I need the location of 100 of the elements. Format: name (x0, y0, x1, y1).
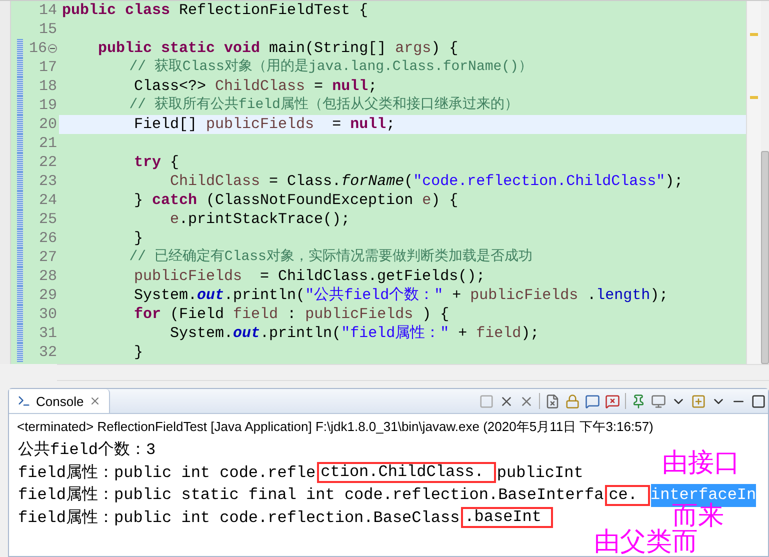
code-token: = (313, 77, 324, 96)
code-token: = Class. (268, 172, 342, 191)
line-number: 18 (38, 77, 58, 96)
console-output-text: field属性：public int code.reflection.BaseClass (18, 508, 460, 528)
code-token: void (223, 39, 260, 58)
code-token: publicFields (470, 286, 578, 305)
fold-toggle-icon[interactable] (48, 44, 57, 53)
file-x-icon[interactable] (545, 394, 560, 408)
line-number: 22 (38, 153, 58, 172)
code-token: .printStackTrace(); (179, 210, 350, 229)
line-number: 25 (38, 210, 58, 229)
console-output-text: 公共field个数：3 (18, 440, 156, 461)
code-comment: // 获取所有公共field属性（包括从父类和接口继承过来的） (128, 96, 518, 115)
code-token: forName (341, 172, 404, 191)
code-token: ) { (431, 191, 458, 210)
line-number: 29 (38, 286, 58, 305)
horizontal-scrollbar[interactable] (57, 364, 769, 381)
code-token: catch (152, 191, 198, 210)
line-number: 21 (38, 134, 58, 153)
code-token: out (197, 286, 224, 305)
console-output-text: field属性：public int code.refle (18, 462, 316, 484)
code-token: ); (521, 324, 540, 343)
speech-bubble-icon[interactable] (585, 394, 600, 408)
code-token: (ClassNotFoundException (205, 191, 414, 210)
console-output-text: publicInt (496, 462, 584, 484)
code-token: class (124, 1, 170, 20)
line-number: 17 (38, 58, 58, 77)
lock-icon[interactable] (565, 394, 580, 408)
code-token: field (233, 305, 278, 324)
code-token: System. (169, 324, 234, 343)
line-number: 14 (38, 1, 58, 20)
line-number: 32 (38, 343, 58, 362)
code-token: field (476, 324, 522, 343)
code-token: = (331, 115, 342, 134)
code-token: ( (404, 172, 414, 191)
vertical-scrollbar[interactable] (761, 1, 769, 364)
boxed-output-text: ce. (604, 484, 650, 506)
line-number: 24 (38, 191, 58, 210)
code-token: } (133, 343, 144, 362)
code-token: ChildClass (215, 77, 306, 96)
code-comment: // 获取Class对象（用的是java.lang.Class.forName()） (128, 58, 532, 77)
code-token: static (160, 39, 216, 58)
code-token: e (422, 191, 432, 210)
code-token: for (133, 305, 162, 324)
code-token: e (169, 210, 180, 229)
code-token: main(String[] (268, 39, 388, 58)
line-number: 23 (38, 172, 58, 191)
code-token: + (451, 286, 462, 305)
monitor-icon[interactable] (651, 394, 666, 408)
line-number: 27 (38, 248, 58, 267)
launch-status: <terminated> ReflectionFieldTest [Java Application] F:\jdk1.8.0_31\bin\javaw.exe (2020年5月11日 下午3:16:57) (16, 418, 654, 436)
code-token: try (133, 153, 162, 172)
code-token: out (233, 324, 260, 343)
marker-icon (750, 96, 758, 99)
code-token: "field属性：" (341, 324, 450, 343)
code-token: "公共field个数：" (305, 286, 444, 305)
code-token: { (169, 153, 180, 172)
console-tab[interactable]: Console (9, 389, 110, 413)
code-token: public (97, 39, 152, 58)
code-token: ; (386, 115, 396, 134)
code-token: "code.reflection.ChildClass" (413, 172, 666, 191)
code-token: .println( (224, 286, 306, 305)
code-token: (Field (169, 305, 226, 324)
tab-label: Console (36, 394, 84, 408)
code-token: } (133, 229, 144, 248)
console-output-text: field属性：public static final int code.reflection.BaseInterfa (18, 485, 604, 506)
line-number: 26 (38, 229, 58, 248)
line-number: 28 (38, 267, 58, 286)
code-token: null (350, 115, 386, 134)
code-token: ; (368, 77, 378, 96)
code-token: public (62, 1, 116, 20)
line-number: 19 (38, 96, 58, 115)
pin-icon[interactable] (631, 394, 646, 408)
code-token: ChildClass (169, 172, 260, 191)
code-token: args (395, 39, 432, 58)
annotation-note: 由父类而 (594, 529, 698, 555)
new-window-icon[interactable] (691, 394, 706, 408)
code-token: ); (665, 172, 684, 191)
annotation-note: 由接口 (662, 450, 740, 476)
line-number: 16 (29, 39, 59, 58)
code-token: ) { (421, 305, 450, 324)
code-token: . (586, 286, 596, 305)
close-icon[interactable] (88, 395, 101, 407)
code-token: publicFields (133, 267, 242, 286)
line-number: 20 (38, 115, 58, 134)
code-token: = ChildClass.getFields(); (259, 267, 486, 286)
speech-bubble-x-icon[interactable] (605, 394, 620, 408)
maximize-icon[interactable] (751, 394, 766, 408)
code-token: publicFields (206, 115, 314, 134)
code-token: ); (650, 286, 668, 305)
code-token: length (596, 286, 650, 305)
code-token: ) { (431, 39, 458, 58)
code-token: } (133, 191, 144, 210)
code-token: + (457, 324, 468, 343)
boxed-output-text: .baseInt (460, 507, 554, 528)
console-icon (17, 394, 31, 408)
line-number: 31 (38, 324, 58, 343)
marker-icon (750, 33, 758, 36)
code-token: Class<?> (133, 77, 208, 96)
code-token: ReflectionFieldTest { (178, 1, 368, 20)
